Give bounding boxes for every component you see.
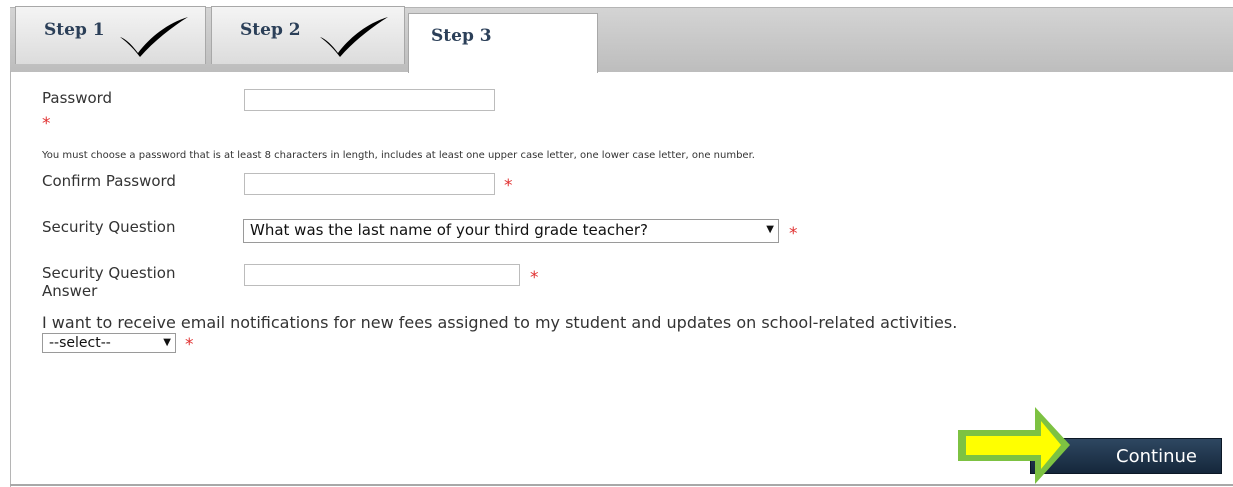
tab-step-3-label: Step 3 (431, 26, 492, 46)
tab-step-1-label: Step 1 (44, 20, 105, 40)
security-answer-label-line1: Security Question (42, 264, 176, 282)
checkmark-icon (320, 17, 388, 57)
password-hint: You must choose a password that is at le… (42, 150, 755, 161)
tab-step-2-label: Step 2 (240, 20, 301, 40)
security-question-label: Security Question (42, 218, 176, 236)
notifications-required-mark: * (185, 335, 194, 355)
notifications-selected: --select-- (49, 335, 111, 351)
confirm-password-label: Confirm Password (42, 172, 176, 190)
password-required-mark: * (42, 114, 51, 134)
chevron-down-icon: ▼ (163, 337, 171, 348)
confirm-password-input[interactable] (244, 173, 495, 195)
password-label: Password (42, 89, 113, 107)
security-answer-label-line2: Answer (42, 282, 98, 300)
notifications-select[interactable]: --select-- ▼ (42, 333, 176, 353)
password-input[interactable] (244, 89, 495, 111)
chevron-down-icon: ▼ (766, 224, 774, 235)
security-question-select[interactable]: What was the last name of your third gra… (243, 219, 779, 243)
security-answer-input[interactable] (244, 264, 520, 286)
notifications-label: I want to receive email notifications fo… (42, 313, 958, 332)
security-question-required-mark: * (789, 224, 798, 244)
bottom-divider (10, 484, 1233, 486)
tab-step-2[interactable]: Step 2 (211, 6, 405, 64)
security-answer-required-mark: * (530, 268, 539, 288)
tab-step-1[interactable]: Step 1 (15, 6, 206, 64)
tab-step-3[interactable]: Step 3 (408, 13, 598, 73)
confirm-password-required-mark: * (504, 176, 513, 196)
checkmark-icon (120, 17, 188, 57)
arrow-right-icon (958, 407, 1070, 484)
security-question-selected: What was the last name of your third gra… (250, 221, 649, 239)
